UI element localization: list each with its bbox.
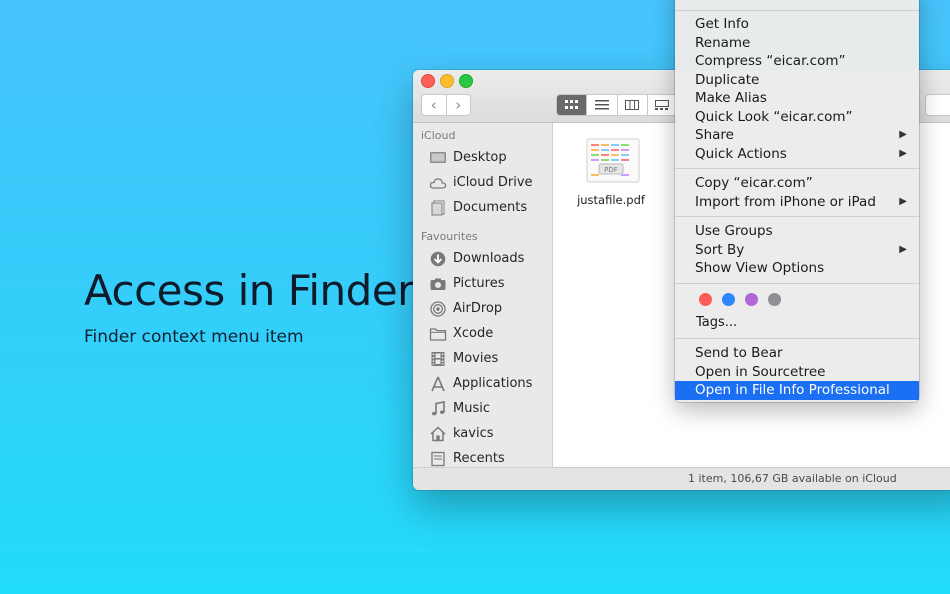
- minimize-button[interactable]: [440, 74, 454, 88]
- sidebar-item-pictures[interactable]: Pictures: [413, 271, 552, 296]
- status-bar: 1 item, 106,67 GB available on iCloud: [413, 467, 950, 490]
- back-button[interactable]: ‹: [422, 95, 447, 115]
- submenu-arrow-icon: ▶: [899, 195, 907, 207]
- pdf-badge-text: PDF: [604, 166, 618, 174]
- menu-item-label: Quick Actions: [695, 145, 787, 162]
- sidebar-item-label: Applications: [453, 376, 533, 391]
- forward-button[interactable]: ›: [447, 95, 471, 115]
- menu-item-make-alias[interactable]: Make Alias: [675, 89, 919, 108]
- tag-purple-dot[interactable]: [745, 293, 758, 306]
- menu-item-send-to-bear[interactable]: Send to Bear: [675, 344, 919, 363]
- sidebar-item-airdrop[interactable]: AirDrop: [413, 296, 552, 321]
- file-name: justafile.pdf: [577, 193, 645, 207]
- sidebar: iCloud Desktop iCloud Drive Documents Fa…: [413, 123, 553, 468]
- folder-icon: [429, 326, 447, 342]
- menu-item-import-from-iphone[interactable]: Import from iPhone or iPad ▶: [675, 193, 919, 212]
- menu-item-share[interactable]: Share ▶: [675, 126, 919, 145]
- home-icon: [429, 425, 447, 442]
- tag-blue-dot[interactable]: [722, 293, 735, 306]
- sidebar-item-label: AirDrop: [453, 301, 503, 316]
- downloads-icon: [429, 251, 447, 267]
- tag-red-dot[interactable]: [699, 293, 712, 306]
- sidebar-header-icloud: iCloud: [421, 129, 456, 142]
- menu-item-show-view-options[interactable]: Show View Options: [675, 259, 919, 278]
- sidebar-item-label: Downloads: [453, 251, 525, 266]
- menu-item-duplicate[interactable]: Duplicate: [675, 71, 919, 90]
- sidebar-item-label: Pictures: [453, 276, 505, 291]
- menu-item-rename[interactable]: Rename: [675, 34, 919, 53]
- sidebar-header-favourites: Favourites: [421, 230, 478, 243]
- menu-item-label: Share: [695, 127, 734, 143]
- submenu-arrow-icon: ▶: [899, 147, 907, 159]
- sidebar-item-recents[interactable]: Recents: [413, 446, 552, 468]
- submenu-arrow-icon: ▶: [899, 129, 907, 140]
- menu-item-sort-by[interactable]: Sort By ▶: [675, 241, 919, 260]
- column-view-button[interactable]: [618, 95, 648, 115]
- gallery-icon: [655, 100, 670, 110]
- music-icon: [429, 400, 447, 417]
- menu-item-tags[interactable]: Tags...: [675, 314, 919, 333]
- pdf-file-icon: PDF: [581, 137, 641, 185]
- sidebar-item-label: Desktop: [453, 150, 507, 165]
- hero-title: Access in Finder: [84, 266, 414, 315]
- sidebar-item-xcode[interactable]: Xcode: [413, 321, 552, 346]
- sidebar-item-label: Music: [453, 401, 490, 416]
- sidebar-item-label: Recents: [453, 451, 505, 466]
- menu-item-copy[interactable]: Copy “eicar.com”: [675, 174, 919, 193]
- airdrop-icon: [429, 300, 447, 317]
- zoom-button[interactable]: [459, 74, 473, 88]
- grid-icon: [564, 100, 578, 109]
- desktop-icon: [429, 150, 447, 166]
- sidebar-item-label: Movies: [453, 351, 499, 366]
- menu-item-get-info[interactable]: Get Info: [675, 15, 919, 34]
- sidebar-item-kavics[interactable]: kavics: [413, 421, 552, 446]
- menu-item-label: Sort By: [695, 241, 745, 258]
- search-input[interactable]: [925, 94, 950, 116]
- sidebar-item-label: kavics: [453, 426, 494, 441]
- menu-item-label: Import from iPhone or iPad: [695, 193, 876, 210]
- list-icon: [594, 100, 609, 110]
- tag-gray-dot[interactable]: [768, 293, 781, 306]
- sidebar-item-label: Xcode: [453, 326, 494, 341]
- menu-item-open-in-sourcetree[interactable]: Open in Sourcetree: [675, 363, 919, 382]
- sidebar-item-label: iCloud Drive: [453, 175, 533, 190]
- menu-item-quick-actions[interactable]: Quick Actions ▶: [675, 145, 919, 164]
- nav-buttons: ‹ ›: [421, 94, 471, 116]
- sidebar-item-music[interactable]: Music: [413, 396, 552, 421]
- sidebar-item-desktop[interactable]: Desktop: [413, 145, 552, 170]
- applications-icon: [429, 376, 447, 392]
- documents-icon: [429, 200, 447, 216]
- file-item[interactable]: PDF justafile.pdf: [575, 137, 647, 207]
- recents-icon: [429, 451, 447, 467]
- film-icon: [429, 351, 447, 367]
- context-menu: Get Info Rename Compress “eicar.com” Dup…: [675, 0, 919, 402]
- view-mode-control: [556, 94, 678, 116]
- camera-icon: [429, 276, 447, 292]
- sidebar-item-icloud-drive[interactable]: iCloud Drive: [413, 170, 552, 195]
- hero-subtitle: Finder context menu item: [84, 327, 304, 347]
- columns-icon: [625, 100, 640, 110]
- icon-view-button[interactable]: [557, 95, 588, 115]
- gallery-view-button[interactable]: [648, 95, 677, 115]
- menu-item-compress[interactable]: Compress “eicar.com”: [675, 52, 919, 71]
- sidebar-item-movies[interactable]: Movies: [413, 346, 552, 371]
- submenu-arrow-icon: ▶: [899, 243, 907, 255]
- close-button[interactable]: [421, 74, 435, 88]
- sidebar-item-downloads[interactable]: Downloads: [413, 246, 552, 271]
- menu-item-use-groups[interactable]: Use Groups: [675, 222, 919, 241]
- cloud-icon: [429, 175, 447, 191]
- menu-item-quick-look[interactable]: Quick Look “eicar.com”: [675, 108, 919, 127]
- sidebar-item-applications[interactable]: Applications: [413, 371, 552, 396]
- list-view-button[interactable]: [587, 95, 618, 115]
- sidebar-item-label: Documents: [453, 200, 528, 215]
- sidebar-item-documents[interactable]: Documents: [413, 195, 552, 220]
- menu-item-open-in-file-info-professional[interactable]: Open in File Info Professional: [675, 381, 919, 400]
